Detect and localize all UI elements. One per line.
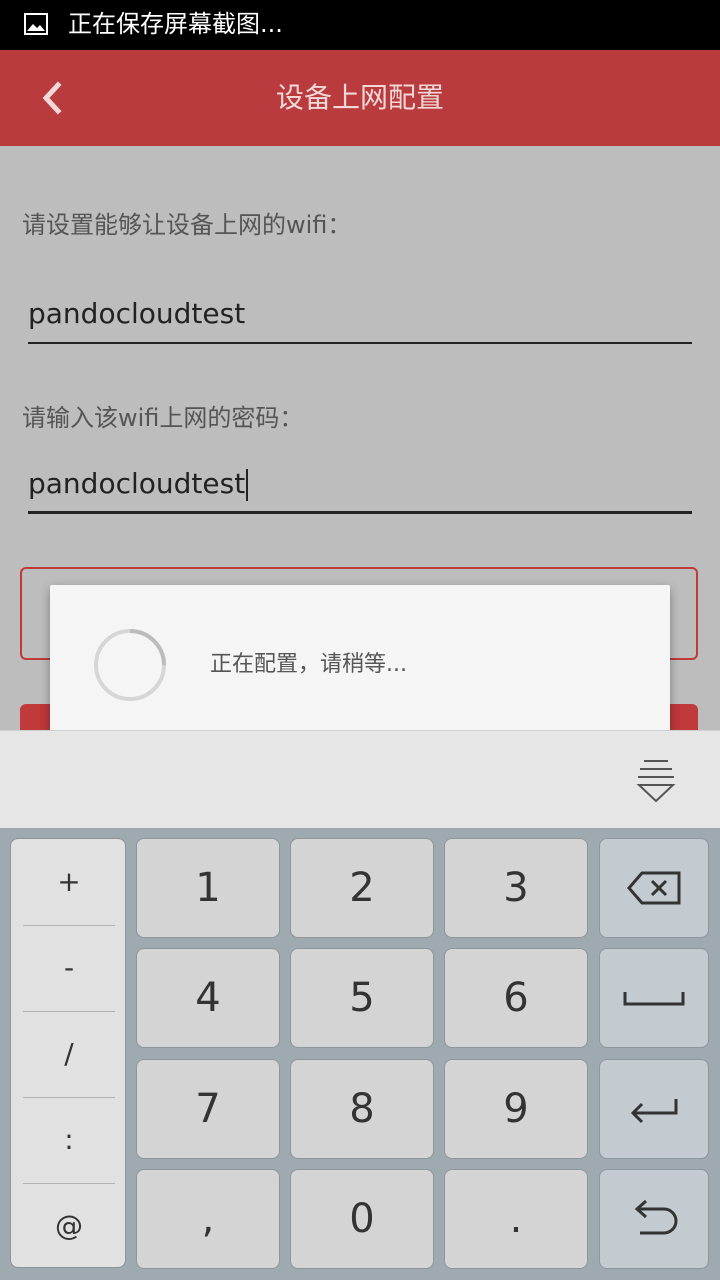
key-slash[interactable]: / xyxy=(11,1011,127,1097)
undo-key[interactable] xyxy=(599,1169,709,1269)
key-9[interactable]: 9 xyxy=(444,1059,588,1159)
key-plus[interactable]: + xyxy=(11,839,127,925)
keyboard-toolbar xyxy=(0,730,720,828)
hide-keyboard-icon xyxy=(636,760,676,803)
loading-spinner-icon xyxy=(94,629,166,701)
key-2[interactable]: 2 xyxy=(290,838,434,938)
space-key[interactable] xyxy=(599,948,709,1048)
password-label: 请输入该wifi上网的密码： xyxy=(22,404,304,432)
wifi-ssid-input[interactable]: pandocloudtest xyxy=(28,294,692,344)
numeric-keyboard: + - / : @ 1 2 3 4 5 6 7 8 9 , 0 . xyxy=(0,828,720,1280)
undo-icon xyxy=(634,1199,678,1235)
status-text: 正在保存屏幕截图... xyxy=(68,10,283,38)
wifi-ssid-value: pandocloudtest xyxy=(28,297,246,330)
enter-icon xyxy=(630,1099,678,1124)
wifi-label: 请设置能够让设备上网的wifi： xyxy=(22,211,352,239)
wifi-password-underline xyxy=(28,511,692,514)
title-bar: 设备上网配置 xyxy=(0,50,720,146)
loading-message: 正在配置，请稍等... xyxy=(210,652,407,677)
loading-dialog: 正在配置，请稍等... xyxy=(50,585,670,745)
page-title: 设备上网配置 xyxy=(275,81,444,114)
key-0[interactable]: 0 xyxy=(290,1169,434,1269)
backspace-key[interactable] xyxy=(599,838,709,938)
key-minus[interactable]: - xyxy=(11,925,127,1011)
key-5[interactable]: 5 xyxy=(290,948,434,1048)
symbol-column: + - / : @ xyxy=(10,838,126,1268)
key-7[interactable]: 7 xyxy=(136,1059,280,1159)
key-at[interactable]: @ xyxy=(11,1183,127,1269)
key-3[interactable]: 3 xyxy=(444,838,588,938)
key-1[interactable]: 1 xyxy=(136,838,280,938)
key-4[interactable]: 4 xyxy=(136,948,280,1048)
key-period[interactable]: . xyxy=(444,1169,588,1269)
wifi-password-input[interactable]: pandocloudtest xyxy=(28,464,692,514)
text-cursor xyxy=(246,469,249,501)
status-bar: 正在保存屏幕截图... xyxy=(0,0,720,50)
key-comma[interactable]: , xyxy=(136,1169,280,1269)
key-6[interactable]: 6 xyxy=(444,948,588,1048)
wifi-password-value: pandocloudtest xyxy=(28,467,246,500)
image-icon xyxy=(24,13,48,35)
backspace-icon xyxy=(627,871,681,905)
key-8[interactable]: 8 xyxy=(290,1059,434,1159)
space-icon xyxy=(623,992,685,1006)
hide-keyboard-button[interactable] xyxy=(630,755,682,807)
enter-key[interactable] xyxy=(599,1059,709,1159)
wifi-ssid-underline xyxy=(28,342,692,344)
key-colon[interactable]: : xyxy=(11,1097,127,1183)
